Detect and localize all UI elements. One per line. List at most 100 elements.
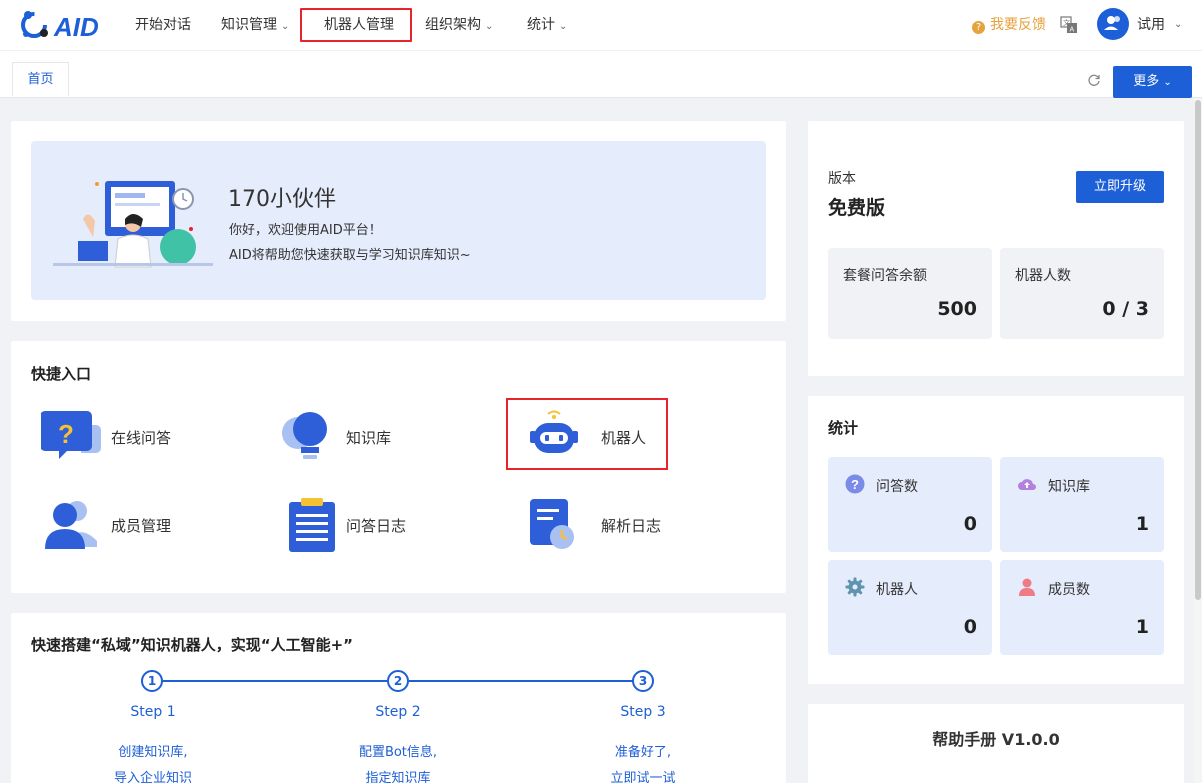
cloud-upload-icon xyxy=(1018,479,1036,490)
step-2-circle: 2 xyxy=(387,670,409,692)
clipboard-icon xyxy=(289,498,335,552)
step-connector xyxy=(163,680,387,682)
quota-box: 套餐问答余额 500 xyxy=(828,248,992,339)
upgrade-button[interactable]: 立即升级 xyxy=(1076,171,1164,203)
quick-online-qa-label: 在线问答 xyxy=(111,429,172,447)
question-bubble-icon: ? xyxy=(41,411,101,459)
chevron-down-icon: ⌄ xyxy=(281,21,290,32)
step-3-desc: 准备好了, xyxy=(614,745,672,760)
step-3-circle: 3 xyxy=(632,670,654,692)
quota-label: 套餐问答余额 xyxy=(843,268,927,284)
step-3-label: Step 3 xyxy=(620,704,666,720)
quick-robot-label: 机器人 xyxy=(601,429,647,447)
quick-access-title: 快捷入口 xyxy=(31,365,92,383)
svg-text:AID: AID xyxy=(53,12,99,42)
stat-members-label: 成员数 xyxy=(1048,582,1090,598)
welcome-illustration xyxy=(53,181,213,268)
stats-card: 统计 ? 问答数 0 知识库 1 机器人 0 成员数 1 xyxy=(808,396,1184,684)
step-2-desc: 配置Bot信息, xyxy=(358,745,438,760)
help-manual-title[interactable]: 帮助手册 V1.0.0 xyxy=(808,726,1184,750)
translate-icon[interactable]: 文 A xyxy=(1060,16,1078,34)
robot-management-highlight xyxy=(300,8,412,42)
user-avatar[interactable] xyxy=(1097,8,1129,40)
step-3-desc-2: 立即试一试 xyxy=(610,771,676,783)
welcome-banner: 170小伙伴 你好，欢迎使用AID平台！ AID将帮助您快速获取与学习知识库知识… xyxy=(31,141,766,300)
stat-robots-label: 机器人 xyxy=(876,582,918,598)
quick-knowledge-base-label: 知识库 xyxy=(346,429,392,447)
tab-home[interactable]: 首页 xyxy=(12,62,69,96)
nav-start-chat[interactable]: 开始对话 xyxy=(135,0,191,50)
chevron-down-icon[interactable]: ⌄ xyxy=(1174,19,1182,30)
scrollbar-thumb[interactable] xyxy=(1195,100,1201,600)
stat-knowledge-base-label: 知识库 xyxy=(1048,479,1090,495)
question-circle-icon: ? xyxy=(845,474,865,494)
users-icon xyxy=(45,501,97,549)
nav-organization[interactable]: 组织架构 ⌄ xyxy=(425,0,493,50)
help-card: 帮助手册 V1.0.0 xyxy=(808,704,1184,783)
quick-parse-log-label: 解析日志 xyxy=(601,517,662,535)
step-1-circle: 1 xyxy=(141,670,163,692)
quick-access-card: 快捷入口 ? 在线问答 知识库 机器人 成员管理 问答日志 解析日志 xyxy=(11,341,786,593)
stat-qa-count[interactable]: ? 问答数 0 xyxy=(828,457,992,552)
svg-text:?: ? xyxy=(58,419,74,449)
quick-member-management-label: 成员管理 xyxy=(111,517,172,535)
stat-qa-count-label: 问答数 xyxy=(876,479,918,495)
welcome-title: 170小伙伴 xyxy=(228,187,336,212)
chevron-down-icon: ⌄ xyxy=(485,21,494,32)
nav-knowledge-management[interactable]: 知识管理 ⌄ xyxy=(221,0,289,50)
refresh-icon[interactable] xyxy=(1087,73,1101,87)
feedback-link[interactable]: ? 我要反馈 xyxy=(972,0,1046,50)
scrollbar[interactable] xyxy=(1194,98,1202,783)
step-1-desc-2: 导入企业知识 xyxy=(113,771,192,783)
quick-parse-log[interactable]: 解析日志 xyxy=(526,497,676,553)
stats-title: 统计 xyxy=(828,419,859,437)
svg-text:A: A xyxy=(1070,27,1075,34)
question-icon: ? xyxy=(972,21,985,34)
stat-robots-value: 0 xyxy=(963,616,977,638)
more-button[interactable]: 更多 ⌄ xyxy=(1113,66,1192,98)
quick-knowledge-base[interactable]: 知识库 xyxy=(276,409,416,465)
steps-card: 快速搭建“私域”知识机器人，实现“人工智能+” 1 2 3 Step 1 Ste… xyxy=(11,613,786,783)
robot-count-box: 机器人数 0 / 3 xyxy=(1000,248,1164,339)
stat-knowledge-base[interactable]: 知识库 1 xyxy=(1000,457,1164,552)
tab-bar: 首页 更多 ⌄ xyxy=(0,50,1202,98)
step-1-desc: 创建知识库, xyxy=(118,745,188,760)
nav-statistics[interactable]: 统计 ⌄ xyxy=(527,0,567,50)
robot-icon xyxy=(530,410,578,453)
user-name[interactable]: 试用 xyxy=(1137,0,1165,50)
chevron-down-icon: ⌄ xyxy=(559,21,568,32)
robot-count-label: 机器人数 xyxy=(1015,268,1071,284)
step-connector xyxy=(409,680,633,682)
step-2-label: Step 2 xyxy=(375,704,421,720)
version-value: 免费版 xyxy=(828,197,886,219)
steps-title: 快速搭建“私域”知识机器人，实现“人工智能+” xyxy=(31,636,354,654)
stat-qa-count-value: 0 xyxy=(963,513,977,535)
quick-online-qa[interactable]: ? 在线问答 xyxy=(41,409,201,465)
version-label: 版本 xyxy=(828,171,856,187)
quick-qa-log[interactable]: 问答日志 xyxy=(281,497,421,553)
step-2-desc-2: 指定知识库 xyxy=(365,771,431,783)
step-1-label: Step 1 xyxy=(130,704,176,720)
quick-member-management[interactable]: 成员管理 xyxy=(41,497,201,553)
welcome-card: 170小伙伴 你好，欢迎使用AID平台！ AID将帮助您快速获取与学习知识库知识… xyxy=(11,121,786,321)
quick-qa-log-label: 问答日志 xyxy=(346,517,407,535)
user-icon xyxy=(1104,16,1120,30)
gear-icon xyxy=(845,577,865,597)
stat-robots[interactable]: 机器人 0 xyxy=(828,560,992,655)
top-nav: AID 开始对话 知识管理 ⌄ 机器人管理 组织架构 ⌄ 统计 ⌄ ? 我要反馈 文 A… xyxy=(0,0,1202,50)
lightbulb-icon xyxy=(282,412,327,459)
version-card: 版本 免费版 立即升级 套餐问答余额 500 机器人数 0 / 3 xyxy=(808,121,1184,376)
stat-members-value: 1 xyxy=(1135,616,1149,638)
robot-count-value: 0 / 3 xyxy=(1102,298,1149,320)
svg-text:?: ? xyxy=(851,477,859,492)
stat-knowledge-base-value: 1 xyxy=(1135,513,1149,535)
welcome-description: AID将帮助您快速获取与学习知识库知识~ xyxy=(229,248,471,263)
person-icon xyxy=(1019,578,1035,596)
document-clock-icon xyxy=(530,499,574,549)
aid-logo[interactable]: AID xyxy=(20,6,112,44)
stat-members[interactable]: 成员数 1 xyxy=(1000,560,1164,655)
quick-robot[interactable]: 机器人 xyxy=(526,409,666,465)
quota-value: 500 xyxy=(937,298,977,320)
chevron-down-icon: ⌄ xyxy=(1163,77,1172,88)
welcome-greeting: 你好，欢迎使用AID平台！ xyxy=(229,223,382,238)
